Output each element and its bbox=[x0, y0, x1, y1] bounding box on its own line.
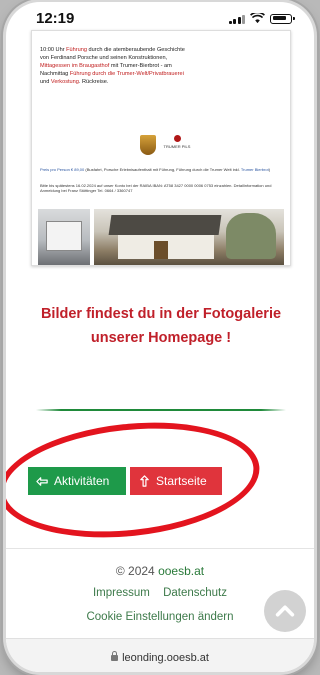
signal-icon bbox=[228, 14, 245, 24]
flyer-photo-museum bbox=[38, 209, 90, 265]
impressum-link[interactable]: Impressum bbox=[93, 587, 150, 599]
chevron-up-icon bbox=[275, 605, 295, 617]
lock-icon bbox=[111, 651, 119, 661]
home-button-label: Startseite bbox=[156, 474, 207, 488]
battery-icon bbox=[270, 13, 295, 24]
flyer-line: von Ferdinand Porsche und seinen Konstru… bbox=[40, 55, 168, 61]
browser-url-bar[interactable]: leonding.ooesb.at bbox=[6, 638, 314, 672]
hand-pointing-icon bbox=[36, 476, 48, 486]
trumer-logo: TRUMER PILS bbox=[162, 135, 192, 157]
status-time: 12:19 bbox=[36, 10, 75, 27]
activities-button-label: Aktivitäten bbox=[54, 474, 110, 488]
status-icons bbox=[228, 13, 295, 24]
activities-button[interactable]: Aktivitäten bbox=[28, 467, 126, 495]
url-display: leonding.ooesb.at bbox=[111, 651, 209, 664]
copyright: © 2024 ooesb.at bbox=[115, 564, 205, 578]
flyer-line: Nachmittag Führung durch die Trumer-Welt… bbox=[40, 71, 184, 77]
flyer-line: und Verkostung. Rückreise. bbox=[40, 79, 109, 85]
event-flyer-image: 10:00 Uhr Führung durch die atemberauben… bbox=[31, 30, 291, 266]
flyer-bank-text: Bitte bis spätestens 16.02.2024 auf unse… bbox=[40, 183, 272, 193]
flyer-line: 10:00 Uhr Führung durch die atemberauben… bbox=[40, 47, 185, 53]
wifi-icon bbox=[250, 13, 265, 24]
divider bbox=[36, 409, 286, 411]
flyer-price-text: Preis pro Person € 89,00 (Busfahrt, Pors… bbox=[40, 167, 271, 172]
hand-pointing-icon bbox=[140, 474, 149, 487]
phone-frame: 12:19 10:00 Uhr Führung durch die atembe… bbox=[6, 2, 314, 672]
flyer-photo-brewery bbox=[94, 209, 284, 265]
flyer-line: Mittagessen im Braugasthof mit Trumer-Bi… bbox=[40, 63, 172, 69]
gallery-notice: Bilder findest du in der Fotogalerie uns… bbox=[40, 306, 282, 346]
footer-divider bbox=[6, 548, 314, 549]
porsche-logo bbox=[140, 135, 156, 155]
datenschutz-link[interactable]: Datenschutz bbox=[163, 587, 227, 599]
scroll-to-top-button[interactable] bbox=[264, 590, 306, 632]
site-link[interactable]: ooesb.at bbox=[158, 564, 204, 578]
home-button[interactable]: Startseite bbox=[130, 467, 222, 495]
